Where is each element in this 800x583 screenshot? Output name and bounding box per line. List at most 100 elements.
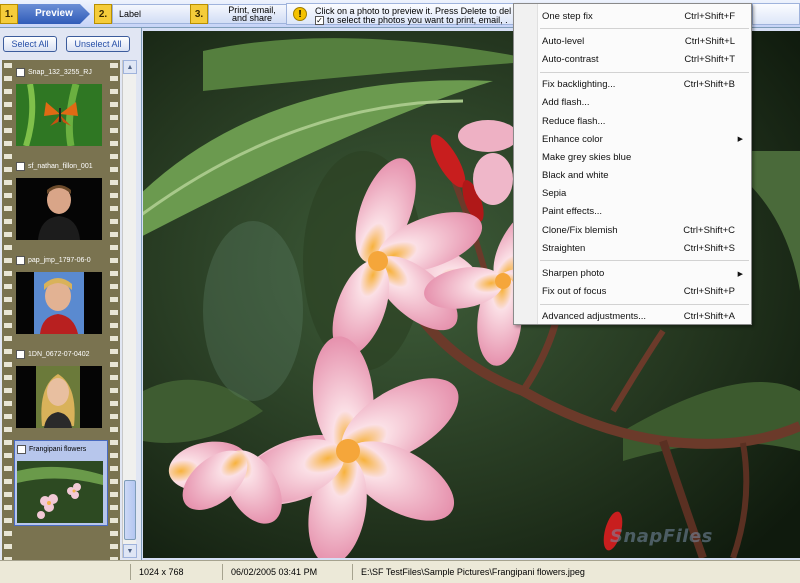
status-dimensions: 1024 x 768 — [130, 564, 222, 580]
thumbnail-header: ✓ Snap_132_3255_RJ — [16, 68, 106, 77]
watermark-logo: SnapFiles — [610, 526, 713, 547]
menu-item-label: Paint effects... — [542, 206, 603, 218]
photo-fix-window: 1. Preview 2. Label 3. Print, email, and… — [0, 0, 800, 583]
thumbnail-item[interactable]: sf_nathan_fillon_001 — [14, 158, 108, 244]
status-path: E:\SF TestFiles\Sample Pictures\Frangipa… — [352, 564, 800, 580]
info-text-2: to select the photos you want to print, … — [327, 15, 508, 25]
scroll-down-icon[interactable]: ▼ — [123, 544, 137, 558]
thumbnail-header: sf_nathan_fillon_001 — [16, 162, 106, 171]
step-number: 3. — [190, 4, 208, 24]
menu-item-label: Sharpen photo — [542, 268, 605, 280]
menu-item-label: Make grey skies blue — [542, 151, 632, 163]
submenu-arrow-icon: ▶ — [737, 270, 743, 278]
thumbnail-image — [16, 272, 102, 334]
info-banner: ! Click on a photo to preview it. Press … — [286, 3, 514, 25]
menu-item-fix-backlighting[interactable]: Fix backlighting... Ctrl+Shift+B — [514, 76, 751, 94]
menu-item-sharpen-photo[interactable]: Sharpen photo ▶ — [514, 264, 751, 282]
menu-item-shortcut: Ctrl+Shift+C — [683, 224, 735, 236]
status-bar: 1024 x 768 06/02/2005 03:41 PM E:\SF Tes… — [0, 560, 800, 583]
menu-item-auto-contrast[interactable]: Auto-contrast Ctrl+Shift+T — [514, 50, 751, 68]
thumbnail-image — [16, 178, 102, 240]
menu-separator — [540, 260, 749, 262]
thumbnail-name: Frangipani flowers — [29, 446, 87, 453]
unselect-all-button[interactable]: Unselect All — [66, 36, 130, 52]
thumbnail-header: 1DN_0672-07-0402 — [16, 350, 106, 359]
menu-item-shortcut: Ctrl+Shift+A — [683, 311, 735, 323]
menu-item-clone-fix-blemish[interactable]: Clone/Fix blemish Ctrl+Shift+C — [514, 221, 751, 239]
status-date: 06/02/2005 03:41 PM — [222, 564, 352, 580]
thumbnail-header: Frangipani flowers — [17, 445, 107, 454]
thumbnail-image — [17, 461, 103, 523]
menu-item-shortcut: Ctrl+Shift+P — [683, 286, 735, 298]
menu-item-paint-effects[interactable]: Paint effects... — [514, 203, 751, 221]
menu-separator — [540, 28, 749, 30]
menu-item-label: One step fix — [542, 10, 593, 22]
thumbnail-name: pap_jmp_1797-06-0 — [28, 257, 91, 264]
menu-item-label: Add flash... — [542, 97, 590, 109]
menu-item-enhance-color[interactable]: Enhance color ▶ — [514, 130, 751, 148]
menu-separator — [540, 71, 749, 73]
step-number: 2. — [94, 4, 112, 24]
thumbnail-checkbox[interactable] — [16, 256, 25, 265]
thumbnail-item-selected[interactable]: Frangipani flowers — [14, 440, 108, 526]
menu-item-label: Auto-level — [542, 35, 585, 47]
info-checkbox[interactable]: ✓ — [315, 15, 324, 25]
thumbnail-header: pap_jmp_1797-06-0 — [16, 256, 106, 265]
step-label-photos[interactable]: 2. Label — [94, 3, 200, 25]
menu-item-advanced-adjustments[interactable]: Advanced adjustments... Ctrl+Shift+A — [514, 308, 751, 326]
menu-item-sepia[interactable]: Sepia — [514, 185, 751, 203]
thumbnail-checkbox[interactable]: ✓ — [16, 68, 25, 77]
menu-item-label: Fix out of focus — [542, 286, 607, 298]
step-number: 1. — [0, 4, 18, 24]
menu-item-shortcut: Ctrl+Shift+F — [684, 10, 735, 22]
step-label: Preview — [18, 4, 90, 24]
menu-item-reduce-flash[interactable]: Reduce flash... — [514, 112, 751, 130]
toolbar-right — [752, 3, 800, 25]
warning-icon: ! — [293, 7, 307, 21]
film-perforation — [110, 60, 118, 560]
thumbnail-checkbox[interactable] — [17, 445, 26, 454]
step-label: Label — [112, 4, 200, 24]
step-preview[interactable]: 1. Preview — [0, 3, 90, 25]
thumbnail-checkbox[interactable] — [16, 162, 25, 171]
submenu-arrow-icon: ▶ — [737, 136, 743, 144]
scroll-up-icon[interactable]: ▲ — [123, 60, 137, 74]
menu-separator — [540, 303, 749, 305]
menu-item-label: Straighten — [542, 242, 586, 254]
menu-item-label: Advanced adjustments... — [542, 311, 647, 323]
thumbnail-name: sf_nathan_fillon_001 — [28, 163, 93, 170]
menu-item-label: Fix backlighting... — [542, 79, 616, 91]
filmstrip: ✓ Snap_132_3255_RJ sf_nathan_fillon_001 … — [2, 60, 120, 560]
menu-item-shortcut: Ctrl+Shift+L — [684, 35, 735, 47]
film-perforation — [4, 60, 12, 560]
thumbnail-name: Snap_132_3255_RJ — [28, 69, 92, 76]
menu-item-one-step-fix[interactable]: One step fix Ctrl+Shift+F — [514, 7, 751, 25]
menu-item-label: Reduce flash... — [542, 115, 606, 127]
info-line-2: ✓ to select the photos you want to print… — [315, 15, 508, 25]
thumbnail-scrollbar[interactable]: ▲ ▼ — [122, 60, 137, 558]
menu-item-auto-level[interactable]: Auto-level Ctrl+Shift+L — [514, 32, 751, 50]
scrollbar-thumb[interactable] — [124, 480, 136, 540]
menu-item-make-grey-skies-blue[interactable]: Make grey skies blue — [514, 148, 751, 166]
menu-item-fix-out-of-focus[interactable]: Fix out of focus Ctrl+Shift+P — [514, 283, 751, 301]
select-all-button[interactable]: Select All — [3, 36, 57, 52]
menu-item-add-flash[interactable]: Add flash... — [514, 94, 751, 112]
thumbnail-name: 1DN_0672-07-0402 — [28, 351, 90, 358]
thumbnail-image — [16, 84, 102, 146]
thumbnail-item[interactable]: pap_jmp_1797-06-0 — [14, 252, 108, 338]
thumbnail-panel: Select All Unselect All ✓ Snap_132_3255_… — [0, 28, 142, 560]
menu-item-label: Clone/Fix blemish — [542, 224, 618, 236]
step-label: Print, email, and share — [208, 4, 296, 24]
menu-item-label: Black and white — [542, 170, 609, 182]
thumbnail-checkbox[interactable] — [16, 350, 25, 359]
menu-item-straighten[interactable]: Straighten Ctrl+Shift+S — [514, 239, 751, 257]
menu-item-label: Enhance color — [542, 133, 603, 145]
thumbnail-item[interactable]: ✓ Snap_132_3255_RJ — [14, 64, 108, 150]
photo-fix-context-menu[interactable]: One step fix Ctrl+Shift+F Auto-level Ctrl+S… — [513, 3, 752, 325]
menu-item-label: Sepia — [542, 188, 567, 200]
menu-item-black-and-white[interactable]: Black and white — [514, 167, 751, 185]
menu-item-shortcut: Ctrl+Shift+B — [683, 79, 735, 91]
menu-item-label: Auto-contrast — [542, 53, 599, 65]
step-print-share[interactable]: 3. Print, email, and share — [190, 3, 296, 25]
thumbnail-item[interactable]: 1DN_0672-07-0402 — [14, 346, 108, 432]
